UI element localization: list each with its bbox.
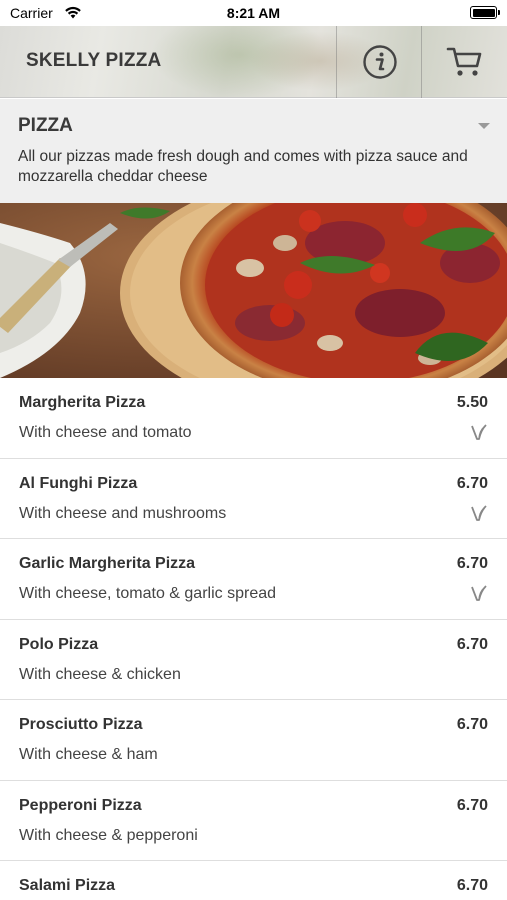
menu-list: Margherita Pizza 5.50 With cheese and to… <box>0 378 507 900</box>
item-description: With cheese and tomato <box>19 424 192 441</box>
item-description: With cheese & pepperoni <box>19 826 198 844</box>
item-price: 6.70 <box>456 635 488 653</box>
menu-item-prosciutto[interactable]: Prosciutto Pizza 6.70 With cheese & ham <box>0 700 507 781</box>
info-button[interactable] <box>337 26 422 98</box>
item-name: Salami Pizza <box>19 877 116 894</box>
item-description: With cheese, tomato & garlic spread <box>19 585 277 602</box>
item-name: Polo Pizza <box>19 635 99 653</box>
item-price: 5.50 <box>456 394 488 411</box>
menu-item-polo[interactable]: Polo Pizza 6.70 With cheese & chicken <box>0 619 507 700</box>
brand-title: SKELLY PIZZA <box>26 50 162 71</box>
item-description: With cheese & chicken <box>19 665 181 683</box>
category-description: All our pizzas made fresh dough and come… <box>18 148 468 185</box>
menu-item-margherita[interactable]: Margherita Pizza 5.50 With cheese and to… <box>0 378 507 459</box>
app-header: SKELLY PIZZA <box>0 26 507 98</box>
menu-item-al-funghi[interactable]: Al Funghi Pizza 6.70 With cheese and mus… <box>0 458 507 539</box>
status-bar: Carrier 8:21 AM <box>0 0 507 26</box>
battery-icon <box>470 6 500 19</box>
vegetarian-icon <box>471 504 487 521</box>
item-description: With cheese & ham <box>19 746 158 763</box>
category-section[interactable]: PIZZA All our pizzas made fresh dough an… <box>0 99 507 203</box>
menu-item-pepperoni[interactable]: Pepperoni Pizza 6.70 With cheese & peppe… <box>0 780 507 861</box>
vegetarian-icon <box>471 424 487 440</box>
item-name: Prosciutto Pizza <box>19 716 143 733</box>
pizza-banner-image <box>0 203 507 378</box>
item-price: 6.70 <box>456 716 488 733</box>
item-price: 6.70 <box>456 877 488 894</box>
item-description: With cheese and mushrooms <box>19 504 227 522</box>
item-price: 6.70 <box>456 555 488 572</box>
item-name: Pepperoni Pizza <box>19 796 142 814</box>
item-name: Margherita Pizza <box>19 394 146 411</box>
menu-item-garlic-margherita[interactable]: Garlic Margherita Pizza 6.70 With cheese… <box>0 539 507 620</box>
item-price: 6.70 <box>456 474 488 492</box>
category-title: PIZZA <box>18 115 73 136</box>
item-name: Garlic Margherita Pizza <box>19 555 196 572</box>
item-name: Al Funghi Pizza <box>19 474 138 492</box>
menu-item-salami[interactable]: Salami Pizza 6.70 <box>0 861 507 900</box>
info-circle-icon <box>362 45 397 79</box>
item-price: 6.70 <box>456 796 488 814</box>
vegetarian-icon <box>471 585 487 601</box>
cart-button[interactable] <box>422 26 507 98</box>
clock: 8:21 AM <box>226 5 281 21</box>
cart-icon <box>446 47 481 76</box>
caret-down-icon[interactable] <box>478 123 490 129</box>
